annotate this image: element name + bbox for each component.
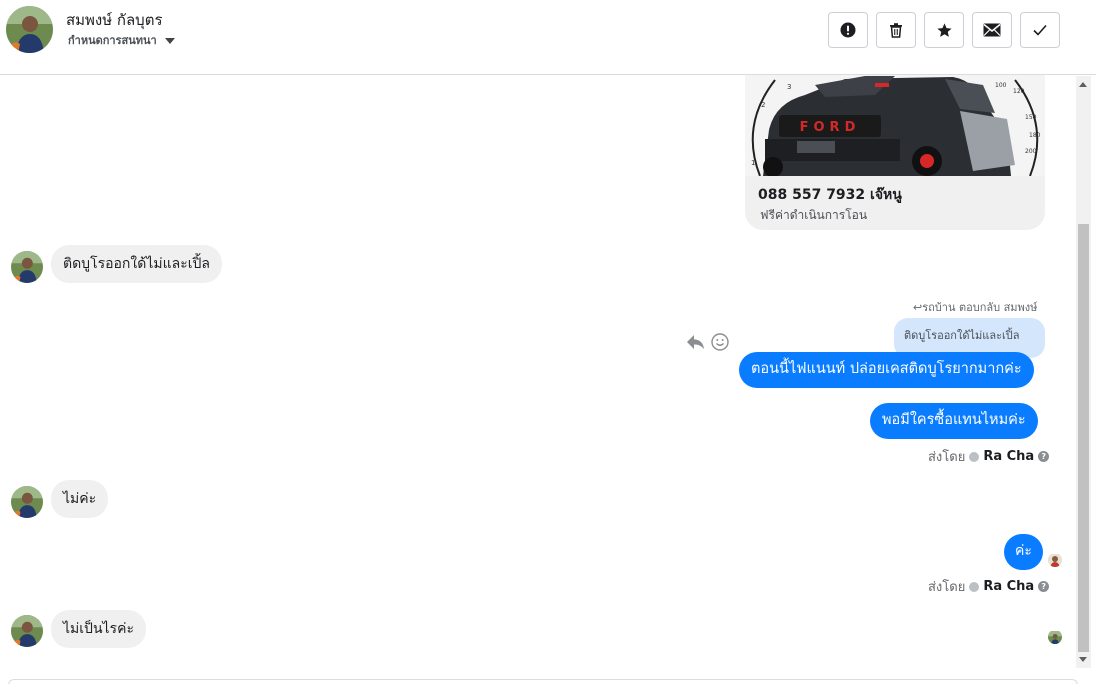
incoming-message[interactable]: ติดบูโรออกใด้ไม่และเปิ้ล bbox=[51, 245, 222, 283]
reply-icon[interactable] bbox=[686, 334, 705, 350]
scroll-up-arrow-icon[interactable] bbox=[1079, 82, 1087, 87]
agent-name[interactable]: Ra Cha bbox=[983, 449, 1034, 464]
agent-avatar-icon bbox=[969, 581, 980, 592]
assign-conversation-dropdown[interactable]: กำหนดการสนทนา bbox=[68, 31, 175, 49]
star-button[interactable] bbox=[924, 12, 964, 48]
outgoing-message[interactable]: พอมีใครซื้อแทนไหมค่ะ bbox=[870, 403, 1038, 439]
card-title: 088 557 7932 เจ๊หนู bbox=[758, 187, 902, 203]
contact-avatar[interactable] bbox=[6, 6, 53, 53]
gauge-right-label-1: 100 bbox=[995, 82, 1007, 89]
mark-unread-button[interactable] bbox=[972, 12, 1012, 48]
conversation-actions bbox=[828, 12, 1060, 48]
sent-by-label: ส่งโดย Ra Cha ? bbox=[928, 446, 1050, 467]
gauge-right-label-2: 120 bbox=[1013, 88, 1025, 95]
grille-text: FORD bbox=[800, 120, 861, 135]
agent-avatar-icon bbox=[969, 451, 980, 462]
card-subtitle: ฟรีค่าดำเนินการโอน bbox=[760, 208, 868, 222]
sent-by-prefix: ส่งโดย bbox=[928, 580, 966, 595]
mark-done-button[interactable] bbox=[1020, 12, 1060, 48]
exclamation-circle-icon bbox=[840, 22, 856, 38]
car-photo: 1 2 3 100 120 150 180 200 FORD bbox=[745, 75, 1045, 176]
sent-by-label: ส่งโดย Ra Cha ? bbox=[928, 576, 1050, 597]
caret-down-icon bbox=[164, 37, 175, 44]
incoming-message[interactable]: ไม่ค่ะ bbox=[51, 480, 109, 518]
message-hover-actions bbox=[686, 333, 729, 351]
contact-avatar-small bbox=[11, 251, 43, 283]
reply-arrow-icon: ↩ bbox=[913, 301, 923, 314]
composer-edge[interactable] bbox=[8, 679, 1078, 684]
gauge-left-label-3: 3 bbox=[787, 83, 791, 91]
link-preview-card[interactable]: 1 2 3 100 120 150 180 200 FORD 088 557 7… bbox=[745, 75, 1045, 230]
contact-name[interactable]: สมพงษ์ กัลบุตร bbox=[66, 8, 163, 32]
gauge-left-label-2: 2 bbox=[761, 101, 765, 109]
contact-avatar-small bbox=[11, 486, 43, 518]
sent-by-prefix: ส่งโดย bbox=[928, 450, 966, 465]
assign-conversation-label: กำหนดการสนทนา bbox=[68, 34, 157, 47]
scroll-thumb[interactable] bbox=[1078, 224, 1089, 652]
gauge-right-label-3: 150 bbox=[1025, 114, 1037, 121]
trash-icon bbox=[890, 23, 902, 38]
incoming-message[interactable]: ไม่เป็นไรค่ะ bbox=[51, 610, 146, 648]
seen-by-contact-avatar bbox=[1048, 630, 1062, 644]
contact-avatar-small bbox=[11, 615, 43, 647]
gauge-right-label-4: 180 bbox=[1029, 132, 1041, 139]
star-icon bbox=[936, 22, 952, 37]
agent-name[interactable]: Ra Cha bbox=[983, 579, 1034, 594]
thread-scrollbar[interactable] bbox=[1076, 76, 1091, 668]
envelope-icon bbox=[983, 23, 1001, 37]
help-icon[interactable]: ? bbox=[1038, 451, 1050, 462]
scroll-down-arrow-icon[interactable] bbox=[1079, 657, 1087, 662]
reply-context-label: ↩รถบ้าน ตอบกลับ สมพงษ์ bbox=[913, 301, 1038, 314]
emoji-reaction-icon[interactable] bbox=[711, 333, 729, 351]
delete-button[interactable] bbox=[876, 12, 916, 48]
gauge-right-label-5: 200 bbox=[1025, 148, 1037, 155]
gauge-left-label-1: 1 bbox=[751, 159, 755, 167]
conversation-header: สมพงษ์ กัลบุตร กำหนดการสนทนา bbox=[0, 0, 1096, 75]
outgoing-message[interactable]: ค่ะ bbox=[1004, 534, 1043, 570]
outgoing-message[interactable]: ตอนนี้ไฟแนนท์ ปล่อยเคสติดบูโรยากมากค่ะ bbox=[739, 352, 1034, 388]
inbox-conversation-view: สมพงษ์ กัลบุตร กำหนดการสนทนา 1 2 3 100 1… bbox=[0, 0, 1096, 684]
checkmark-icon bbox=[1033, 24, 1047, 36]
mark-spam-button[interactable] bbox=[828, 12, 868, 48]
help-icon[interactable]: ? bbox=[1038, 581, 1050, 592]
read-receipt-avatar bbox=[1048, 553, 1062, 567]
